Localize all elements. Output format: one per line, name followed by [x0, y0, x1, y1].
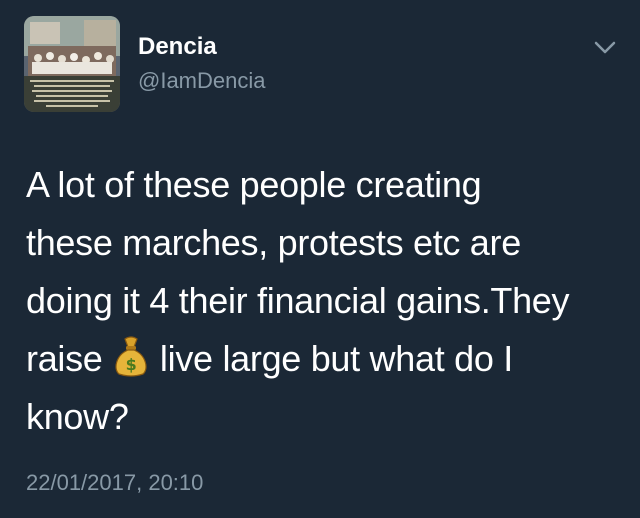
tweet-line: raise $ live large but what do I — [26, 330, 616, 388]
chevron-down-icon[interactable] — [594, 40, 616, 56]
tweet-line-segment: raise — [26, 338, 113, 379]
tweet-line-segment: live large but what do I — [150, 338, 513, 379]
tweet-line: know? — [26, 396, 129, 437]
svg-text:$: $ — [126, 355, 137, 374]
tweet-text: A lot of these people creating these mar… — [26, 156, 616, 446]
handle[interactable]: @IamDencia — [138, 68, 266, 94]
display-name[interactable]: Dencia — [138, 33, 217, 61]
tweet-line: these marches, protests etc are — [26, 222, 521, 263]
timestamp[interactable]: 22/01/2017, 20:10 — [26, 470, 203, 496]
money-bag-icon: $ — [112, 335, 150, 377]
avatar[interactable] — [24, 16, 120, 112]
tweet-line: doing it 4 their financial gains.They — [26, 280, 570, 321]
tweet-line: A lot of these people creating — [26, 164, 482, 205]
